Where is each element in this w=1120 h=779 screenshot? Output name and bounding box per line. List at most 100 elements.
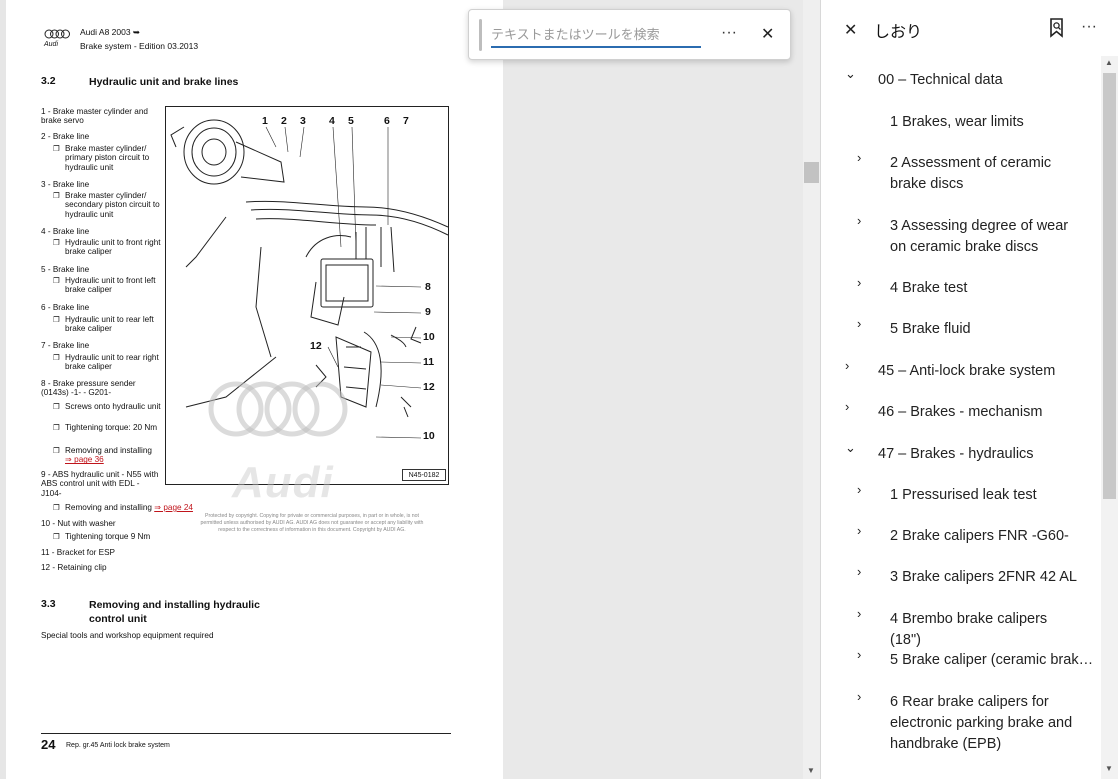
bookmark-item[interactable]: 47 – Brakes - hydraulics <box>878 444 1068 465</box>
callout-12: 12 <box>310 340 322 352</box>
callout-3: 3 <box>300 115 306 127</box>
header-edition: Brake system - Edition 03.2013 <box>80 41 199 51</box>
legend-item: 1 - Brake master cylinder and brake serv… <box>41 107 148 126</box>
header-brand: Audi <box>44 41 59 48</box>
chevron-right-icon[interactable]: › <box>857 213 867 228</box>
chevron-right-icon[interactable]: › <box>857 564 867 579</box>
panel-more-icon[interactable]: ··· <box>1081 18 1097 36</box>
legend-item: 4 - Brake line <box>41 227 90 236</box>
section-number: 3.3 <box>41 598 56 610</box>
chevron-right-icon[interactable]: › <box>857 316 867 331</box>
bookmark-item[interactable]: 6 Rear brake calipers for electronic par… <box>890 692 1085 755</box>
page-number: 24 <box>41 737 56 752</box>
bookmark-item[interactable]: 4 Brake test <box>890 278 1080 299</box>
legend-item: 8 - Brake pressure sender (0143s) -1- - … <box>41 379 136 398</box>
legend-subitem: Brake master cylinder/ primary piston ci… <box>53 144 161 172</box>
callout-2: 2 <box>281 115 287 127</box>
panel-close-icon[interactable]: ✕ <box>844 20 857 40</box>
page-link-24[interactable]: ⇒ page 24 <box>154 503 193 512</box>
footer-divider <box>41 733 451 734</box>
special-tools-text: Special tools and workshop equipment req… <box>41 631 214 640</box>
chevron-right-icon[interactable]: › <box>857 606 867 621</box>
bookmark-item[interactable]: 5 Brake fluid <box>890 319 1080 340</box>
section-number: 3.2 <box>41 75 56 87</box>
bookmark-item[interactable]: 3 Assessing degree of wear on ceramic br… <box>890 216 1080 258</box>
panel-scrollbar[interactable]: ▲ ▼ <box>1101 56 1118 779</box>
chevron-right-icon[interactable]: › <box>857 523 867 538</box>
scroll-down-icon[interactable]: ▼ <box>1105 764 1113 773</box>
bookmark-item[interactable]: 1 Pressurised leak test <box>890 485 1080 506</box>
pdf-viewer-app: Audi A8 2003 ➥ Audi Brake system - Editi… <box>0 0 1120 779</box>
bookmark-item[interactable]: 45 – Anti-lock brake system <box>878 361 1068 382</box>
chevron-right-icon[interactable]: › <box>857 482 867 497</box>
callout-1: 1 <box>262 115 268 127</box>
bookmark-item[interactable]: 2 Assessment of ceramic brake discs <box>890 153 1080 195</box>
footer-text: Rep. gr.45 Anti lock brake system <box>66 742 170 749</box>
legend-subitem: Tightening torque: 20 Nm <box>53 423 161 433</box>
chevron-right-icon[interactable]: › <box>845 399 855 414</box>
legend-item: 5 - Brake line <box>41 265 90 274</box>
document-scrollbar[interactable]: ▼ <box>803 0 820 779</box>
bookmark-item[interactable]: 2 Brake calipers FNR -G60- <box>890 526 1080 547</box>
bookmark-item[interactable]: 1 Brakes, wear limits <box>890 112 1080 133</box>
search-more-icon[interactable]: ··· <box>721 24 737 42</box>
chevron-right-icon[interactable]: › <box>845 358 855 373</box>
chevron-right-icon[interactable]: › <box>857 689 867 704</box>
chevron-right-icon[interactable]: › <box>857 150 867 165</box>
chevron-down-icon[interactable]: ⌄ <box>845 440 856 455</box>
callout-7: 7 <box>403 115 409 127</box>
callout-12: 12 <box>423 381 435 393</box>
legend-item: 7 - Brake line <box>41 341 90 350</box>
callout-8: 8 <box>425 281 431 293</box>
legend-subitem: Removing and installing ⇒ page 24 <box>53 503 213 513</box>
callout-4: 4 <box>329 115 335 127</box>
figure-code: N45-0182 <box>402 469 446 481</box>
search-close-icon[interactable]: ✕ <box>761 24 774 44</box>
bookmark-search-icon[interactable] <box>1049 18 1065 38</box>
chevron-down-icon[interactable]: ⌄ <box>845 66 856 81</box>
legend-subitem: Brake master cylinder/ secondary piston … <box>53 191 161 219</box>
legend-subitem: Tightening torque 9 Nm <box>53 532 161 542</box>
callout-9: 9 <box>425 306 431 318</box>
legend-item: 3 - Brake line <box>41 180 90 189</box>
bookmark-item[interactable]: 5 Brake caliper (ceramic brak… <box>890 650 1093 671</box>
callout-10: 10 <box>423 331 435 343</box>
callout-5: 5 <box>348 115 354 127</box>
copyright-notice: Protected by copyright. Copying for priv… <box>200 513 424 533</box>
section-title: Removing and installing hydraulic contro… <box>89 599 260 625</box>
legend-item: 2 - Brake line <box>41 132 90 141</box>
legend-item: 11 - Bracket for ESP <box>41 548 116 557</box>
chevron-right-icon[interactable]: › <box>857 275 867 290</box>
legend-item: 6 - Brake line <box>41 303 90 312</box>
document-page: Audi A8 2003 ➥ Audi Brake system - Editi… <box>6 0 503 779</box>
panel-scrollbar-thumb[interactable] <box>1103 73 1116 499</box>
document-viewport[interactable]: Audi A8 2003 ➥ Audi Brake system - Editi… <box>0 0 820 779</box>
callout-10: 10 <box>423 430 435 442</box>
scrollbar-thumb[interactable] <box>804 162 819 183</box>
bookmark-item[interactable]: 46 – Brakes - mechanism <box>878 402 1068 423</box>
bookmark-item[interactable]: 4 Brembo brake calipers (18") <box>890 609 1080 651</box>
legend-subitem: Hydraulic unit to front left brake calip… <box>53 276 161 295</box>
legend-item: 9 - ABS hydraulic unit - N55 with ABS co… <box>41 470 159 498</box>
page-link-36[interactable]: ⇒ page 36 <box>65 455 104 464</box>
header-model: Audi A8 2003 ➥ <box>80 27 141 37</box>
search-input[interactable] <box>491 22 701 48</box>
scroll-down-icon[interactable]: ▼ <box>807 766 815 775</box>
legend-subitem: Hydraulic unit to rear left brake calipe… <box>53 315 161 334</box>
legend-item: 10 - Nut with washer <box>41 519 116 528</box>
legend-subitem: Removing and installing ⇒ page 36 <box>53 446 161 465</box>
legend-subitem: Screws onto hydraulic unit <box>53 402 161 412</box>
section-title: Hydraulic unit and brake lines <box>89 76 239 88</box>
audi-watermark-rings <box>208 381 348 437</box>
search-bar: ··· ✕ <box>468 9 791 60</box>
legend-subitem: Hydraulic unit to rear right brake calip… <box>53 353 161 372</box>
bookmark-item[interactable]: 00 – Technical data <box>878 70 1068 91</box>
chevron-right-icon[interactable]: › <box>857 647 867 662</box>
audi-rings-logo <box>44 29 70 39</box>
audi-watermark-text: Audi <box>232 458 334 507</box>
bookmark-item[interactable]: 3 Brake calipers 2FNR 42 AL <box>890 567 1080 588</box>
legend-item: 12 - Retaining clip <box>41 563 107 572</box>
scroll-up-icon[interactable]: ▲ <box>1105 58 1113 67</box>
legend-subitem: Hydraulic unit to front right brake cali… <box>53 238 161 257</box>
search-accent-bar <box>479 19 482 51</box>
